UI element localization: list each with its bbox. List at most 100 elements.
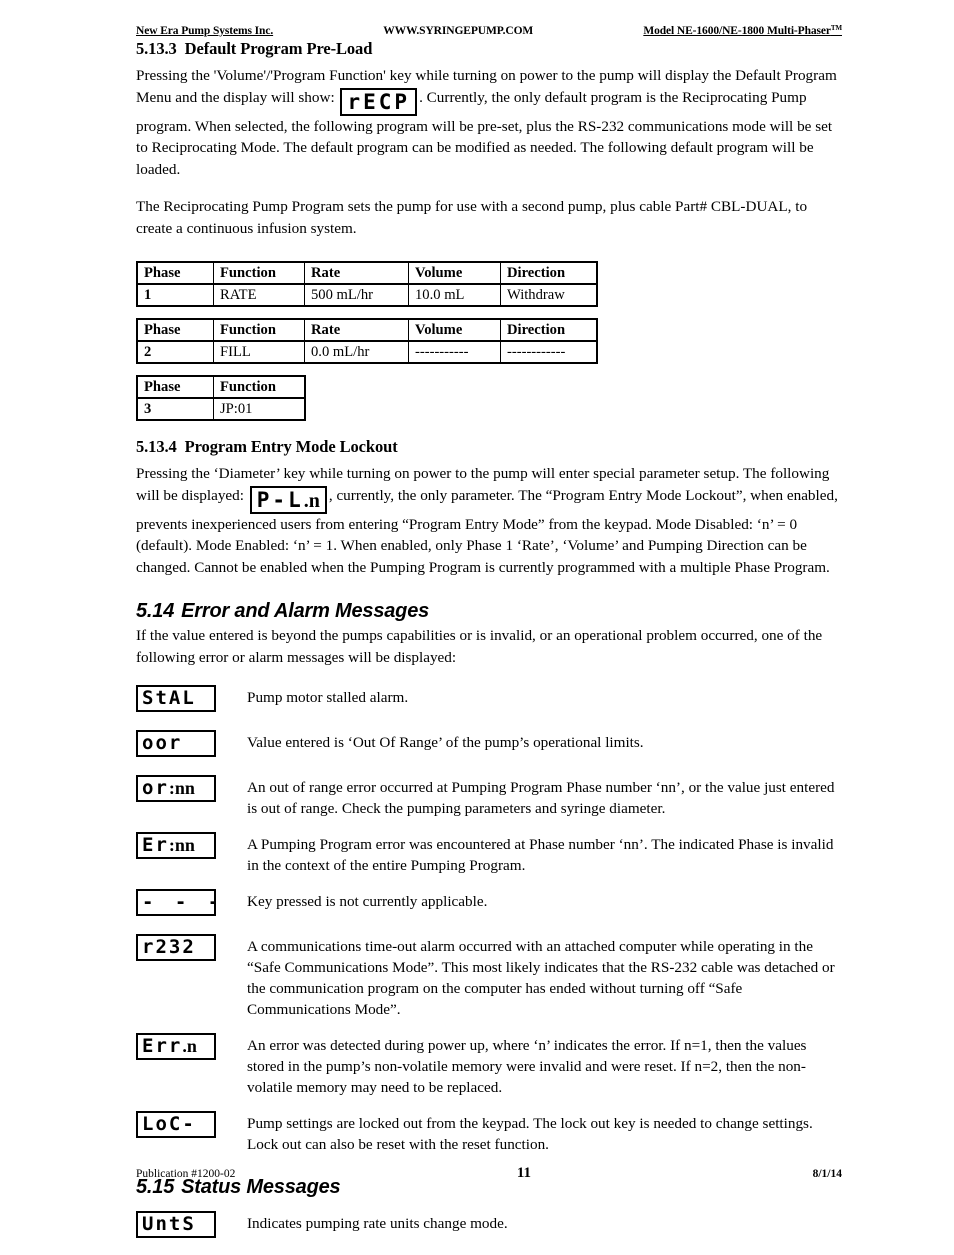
cell-rate: 500 mL/hr bbox=[304, 283, 409, 307]
list-item: UntS Indicates pumping rate units change… bbox=[136, 1210, 842, 1243]
phase-table-3: Phase Function 3 JP:01 bbox=[136, 375, 306, 422]
table-row: 2 FILL 0.0 mL/hr ----------- -----------… bbox=[136, 340, 598, 364]
footer-date: 8/1/14 bbox=[812, 1168, 842, 1180]
column-header-phase: Phase bbox=[136, 261, 214, 286]
lcd-display-p-l-n: P-L.n bbox=[249, 485, 327, 514]
phase-table-1: Phase Function Rate Volume Direction 1 R… bbox=[136, 261, 598, 308]
lcd-display-loc: LoC- bbox=[136, 1111, 216, 1139]
lcd-cell: LoC- bbox=[136, 1110, 247, 1143]
lcd-cell: UntS bbox=[136, 1210, 247, 1243]
lcd-segment-text: P-L bbox=[256, 487, 304, 512]
heading-title: Program Entry Mode Lockout bbox=[184, 437, 398, 457]
column-header-function: Function bbox=[213, 261, 305, 286]
heading-title: Default Program Pre-Load bbox=[184, 39, 373, 58]
paragraph-error-intro: If the value entered is beyond the pumps… bbox=[136, 627, 823, 666]
column-header-rate: Rate bbox=[304, 318, 409, 343]
message-description: A communications time-out alarm occurred… bbox=[247, 938, 835, 1019]
table-row: 3 JP:01 bbox=[136, 397, 306, 421]
lcd-segment-text: Er bbox=[142, 834, 169, 857]
table-header-row: Phase Function bbox=[136, 375, 306, 400]
message-description: Indicates pumping rate units change mode… bbox=[247, 1215, 508, 1233]
lcd-segment-text: oor bbox=[142, 732, 183, 755]
list-item: Er:nn A Pumping Program error was encoun… bbox=[136, 831, 842, 876]
lcd-display-unts: UntS bbox=[136, 1211, 216, 1239]
message-description: An error was detected during power up, w… bbox=[247, 1037, 807, 1097]
lcd-segment-text: StAL bbox=[142, 687, 196, 710]
lcd-phase-number: nn bbox=[174, 778, 195, 799]
lcd-display-oor: oor bbox=[136, 730, 216, 758]
list-item: LoC- Pump settings are locked out from t… bbox=[136, 1110, 842, 1155]
paragraph-entry-mode-lockout: Pressing the ‘Diameter’ key while turnin… bbox=[136, 463, 842, 578]
lcd-cell: oor bbox=[136, 729, 247, 762]
lcd-segment-text: or bbox=[142, 777, 169, 800]
lcd-cell: or:nn bbox=[136, 774, 247, 807]
column-header-function: Function bbox=[213, 375, 306, 400]
column-header-volume: Volume bbox=[408, 318, 501, 343]
lcd-cell: Er:nn bbox=[136, 831, 247, 864]
column-header-function: Function bbox=[213, 318, 305, 343]
lcd-display-err-n: Err.n bbox=[136, 1033, 216, 1061]
table-header-row: Phase Function Rate Volume Direction bbox=[136, 261, 598, 286]
heading-5-13-4: 5.13.4 Program Entry Mode Lockout bbox=[136, 437, 842, 457]
page-footer: Publication #1200-02 11 8/1/14 bbox=[136, 1165, 842, 1182]
list-item: or:nn An out of range error occurred at … bbox=[136, 774, 842, 819]
heading-title: Error and Alarm Messages bbox=[181, 600, 430, 623]
table-header-row: Phase Function Rate Volume Direction bbox=[136, 318, 598, 343]
lcd-segment-text: UntS bbox=[142, 1213, 196, 1236]
column-header-direction: Direction bbox=[500, 318, 598, 343]
lcd-display-stal: StAL bbox=[136, 685, 216, 713]
phase-table-2: Phase Function Rate Volume Direction 2 F… bbox=[136, 318, 598, 365]
document-page: New Era Pump Systems Inc. WWW.SYRINGEPUM… bbox=[136, 24, 842, 1255]
heading-number: 5.13.3 bbox=[136, 39, 177, 58]
error-message-list: StAL Pump motor stalled alarm. oor Value… bbox=[136, 684, 842, 1155]
cell-volume: 10.0 mL bbox=[408, 283, 501, 307]
lcd-segment-text: LoC- bbox=[142, 1113, 196, 1136]
lcd-display-recp: rECP bbox=[340, 87, 418, 116]
lcd-cell: StAL bbox=[136, 684, 247, 717]
lcd-cell: Err.n bbox=[136, 1032, 247, 1065]
column-header-volume: Volume bbox=[408, 261, 501, 286]
lcd-cell: - - - - bbox=[136, 888, 247, 921]
lcd-display-dashes: - - - - bbox=[136, 889, 216, 917]
cell-phase: 3 bbox=[136, 397, 214, 421]
lcd-bold-text: .n bbox=[303, 489, 320, 512]
message-description: A Pumping Program error was encountered … bbox=[247, 836, 834, 875]
cell-phase: 2 bbox=[136, 340, 214, 364]
lcd-segment-text: Err bbox=[142, 1035, 183, 1058]
list-item: r232 A communications time-out alarm occ… bbox=[136, 933, 842, 1020]
message-description: An out of range error occurred at Pumpin… bbox=[247, 779, 835, 818]
heading-5-13-3: 5.13.3 Default Program Pre-Load bbox=[136, 39, 842, 59]
cell-function: RATE bbox=[213, 283, 305, 307]
list-item: Err.n An error was detected during power… bbox=[136, 1032, 842, 1098]
paragraph-reciprocating: The Reciprocating Pump Program sets the … bbox=[136, 198, 808, 237]
list-item: - - - - Key pressed is not currently app… bbox=[136, 888, 842, 921]
heading-number: 5.14 bbox=[136, 600, 175, 623]
column-header-rate: Rate bbox=[304, 261, 409, 286]
list-item: oor Value entered is ‘Out Of Range’ of t… bbox=[136, 729, 842, 762]
message-description: Key pressed is not currently applicable. bbox=[247, 893, 488, 911]
lcd-segment-text: - - - - bbox=[142, 891, 214, 914]
message-description: Pump motor stalled alarm. bbox=[247, 689, 409, 707]
list-item: StAL Pump motor stalled alarm. bbox=[136, 684, 842, 717]
lcd-segment-text: rECP bbox=[347, 89, 411, 114]
lcd-display-r232: r232 bbox=[136, 934, 216, 962]
footer-publication: Publication #1200-02 bbox=[136, 1168, 236, 1180]
header-model: Model NE-1600/NE-1800 Multi-PhaserTM bbox=[643, 24, 842, 37]
status-message-list: UntS Indicates pumping rate units change… bbox=[136, 1210, 842, 1243]
column-header-phase: Phase bbox=[136, 375, 214, 400]
message-description: Pump settings are locked out from the ke… bbox=[247, 1115, 813, 1154]
lcd-phase-number: nn bbox=[174, 835, 195, 856]
cell-volume: ----------- bbox=[408, 340, 501, 364]
cell-phase: 1 bbox=[136, 283, 214, 307]
paragraph-default-preload: Pressing the 'Volume'/'Program Function'… bbox=[136, 65, 842, 180]
cell-direction: Withdraw bbox=[500, 283, 598, 307]
running-header: New Era Pump Systems Inc. WWW.SYRINGEPUM… bbox=[136, 24, 842, 37]
heading-number: 5.13.4 bbox=[136, 437, 177, 457]
